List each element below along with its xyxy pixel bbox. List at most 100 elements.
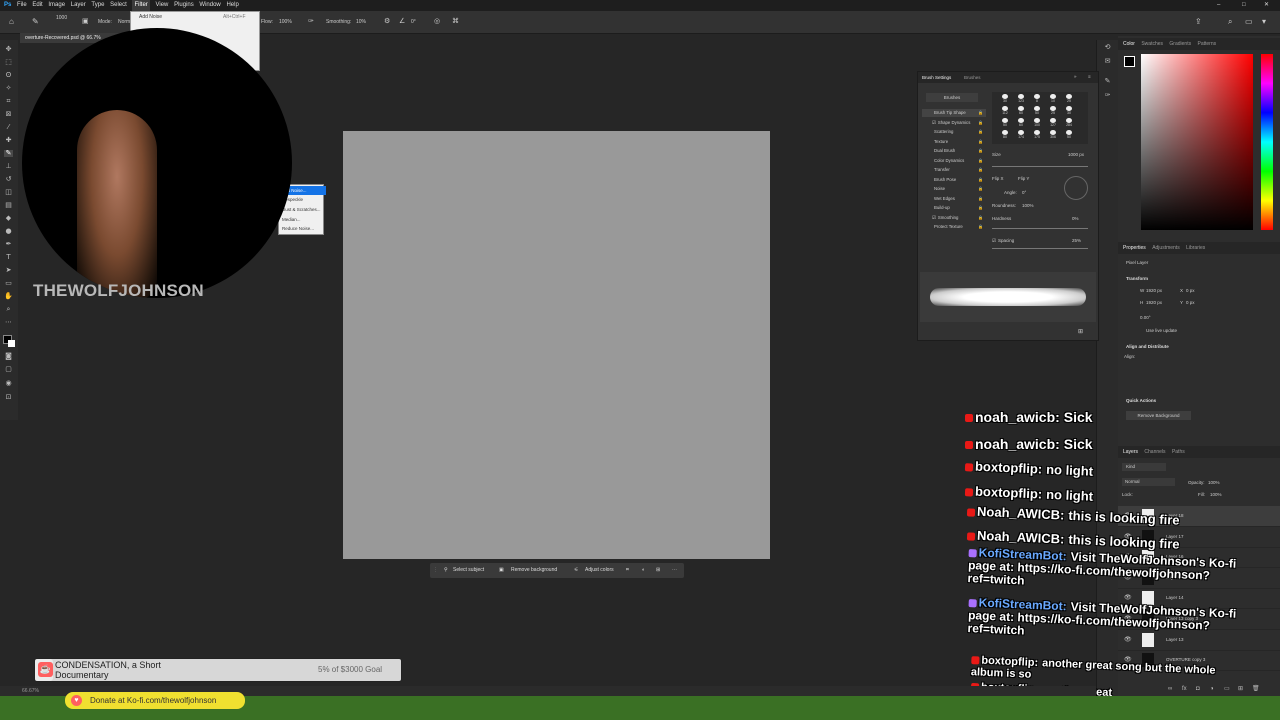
camera-icon[interactable]: ◉ xyxy=(4,380,13,387)
transform-heading[interactable]: Transform xyxy=(1126,276,1148,281)
history-icon[interactable]: ⟲ xyxy=(1103,44,1112,51)
home-icon[interactable]: ⌂ xyxy=(9,11,14,33)
menu-type[interactable]: Type xyxy=(91,0,104,11)
stamp-tool-icon[interactable]: ⊥ xyxy=(4,163,13,170)
setting-checkbox[interactable]: ☑ xyxy=(932,120,936,125)
zoom-tool-icon[interactable]: ⌕ xyxy=(4,306,13,313)
symmetry-icon[interactable]: ⌘ xyxy=(452,11,459,33)
brush-preset[interactable]: 8 xyxy=(1030,94,1044,105)
lock-icon[interactable]: 🔒 xyxy=(978,177,983,182)
brush-preset[interactable]: 123 xyxy=(1014,94,1028,105)
brush-setting-item[interactable]: Wet Edges xyxy=(932,196,955,201)
pen-tool-icon[interactable]: ✒ xyxy=(4,241,13,248)
color-picker-field[interactable] xyxy=(1141,54,1253,230)
remove-background-button[interactable]: Remove Background xyxy=(1126,411,1191,420)
lock-icon[interactable]: 🔒 xyxy=(978,186,983,191)
submenu-item[interactable]: Median... xyxy=(282,217,301,222)
lock-icon[interactable]: 🔒 xyxy=(978,215,983,220)
panel-menu-icon[interactable]: ≡ xyxy=(1088,74,1091,79)
mask-icon[interactable]: ◐ xyxy=(642,563,645,578)
shape-tool-icon[interactable]: ▭ xyxy=(4,280,13,287)
brush-preset[interactable]: 127 xyxy=(1046,118,1060,129)
brush-setting-item[interactable]: Transfer xyxy=(932,167,950,172)
brush-settings-toggle-icon[interactable]: ▣ xyxy=(82,11,89,33)
brush-preset[interactable]: 60 xyxy=(1014,118,1028,129)
flip-y-checkbox[interactable]: Flip Y xyxy=(1018,176,1029,181)
export-icon[interactable]: ⊡ xyxy=(4,394,13,401)
brush-preset[interactable]: 50 xyxy=(1030,106,1044,117)
brush-preset[interactable]: 112 xyxy=(998,106,1012,117)
share-icon[interactable]: ⇪ xyxy=(1195,11,1202,33)
brush-preset[interactable]: 50 xyxy=(998,118,1012,129)
brush-preset[interactable]: 306 xyxy=(1046,130,1060,141)
brush-preset[interactable]: 284 xyxy=(1062,118,1076,129)
lock-icon[interactable]: 🔒 xyxy=(978,205,983,210)
brush-settings-icon[interactable]: ✎ xyxy=(1103,78,1112,85)
brush-preset[interactable]: 60 xyxy=(1014,106,1028,117)
brush-setting-item[interactable]: ☑ Smoothing xyxy=(932,215,958,221)
remove-background-button[interactable]: Remove background xyxy=(511,563,557,578)
y-input[interactable]: 0 px xyxy=(1186,300,1195,305)
tab-libraries[interactable]: Libraries xyxy=(1186,245,1205,251)
lock-icon[interactable]: 🔒 xyxy=(978,167,983,172)
brush-setting-item[interactable]: Scattering xyxy=(932,129,953,134)
screen-mode-icon[interactable]: ▢ xyxy=(4,366,13,373)
fill-icon[interactable]: ⊞ xyxy=(656,563,660,578)
w-input[interactable]: 1920 px xyxy=(1146,288,1162,293)
healing-tool-icon[interactable]: ✚ xyxy=(4,137,13,144)
menu-filter[interactable]: Filter xyxy=(132,0,150,11)
brush-setting-item[interactable]: Protect Texture xyxy=(932,224,963,229)
comment-icon[interactable]: ✉ xyxy=(1103,58,1112,65)
collapse-icon[interactable]: » xyxy=(1074,74,1077,79)
angle-input[interactable]: 0.00° xyxy=(1140,315,1151,320)
background-color-swatch[interactable] xyxy=(8,340,15,347)
align-heading[interactable]: Align and Distribute xyxy=(1126,344,1169,349)
quick-mask-icon[interactable]: ◙ xyxy=(4,353,13,360)
quick-actions-heading[interactable]: Quick Actions xyxy=(1126,398,1156,403)
menu-select[interactable]: Select xyxy=(110,0,127,11)
brush-setting-item[interactable]: Texture xyxy=(932,139,948,144)
brush-setting-item[interactable]: Brush Tip Shape xyxy=(932,110,966,115)
brush-setting-item[interactable]: Color Dynamics xyxy=(932,158,964,163)
brush-setting-item[interactable]: Noise xyxy=(932,186,945,191)
brush-preset[interactable]: 25 xyxy=(1062,94,1076,105)
brush-preset[interactable]: 174 xyxy=(1014,130,1028,141)
layer-filter-select[interactable]: Kind xyxy=(1122,463,1166,471)
workspace-icon[interactable]: ▭ xyxy=(1245,11,1253,33)
tab-channels[interactable]: Channels xyxy=(1144,449,1165,455)
lock-icon[interactable]: 🔒 xyxy=(978,139,983,144)
angle-input[interactable]: 0° xyxy=(411,11,416,33)
lock-icon[interactable]: 🔒 xyxy=(978,158,983,163)
brush-preset[interactable]: 10 xyxy=(1046,94,1060,105)
move-tool-icon[interactable]: ✥ xyxy=(4,46,13,53)
zoom-level[interactable]: 66.67% xyxy=(22,686,39,696)
eyedropper-tool-icon[interactable]: ⁄ xyxy=(4,124,13,131)
brushes-button[interactable]: Brushes xyxy=(926,93,978,102)
brush-preset[interactable]: 50 xyxy=(1062,130,1076,141)
brush-preset[interactable]: 175 xyxy=(1030,130,1044,141)
use-live-update-checkbox[interactable]: Use live update xyxy=(1146,328,1177,333)
brush-setting-item[interactable]: Dual Brush xyxy=(932,148,955,153)
brush-preset[interactable]: 100 xyxy=(1030,118,1044,129)
spacing-value[interactable]: 25% xyxy=(1072,238,1081,243)
marquee-tool-icon[interactable]: ⬚ xyxy=(4,59,13,66)
adjust-colors-button[interactable]: Adjust colors xyxy=(585,563,614,578)
brush-tool-icon-active[interactable]: ✎ xyxy=(4,150,13,157)
trash-icon[interactable]: 🗑 xyxy=(1252,684,1260,694)
tab-adjustments[interactable]: Adjustments xyxy=(1152,245,1180,251)
eraser-tool-icon[interactable]: ◫ xyxy=(4,189,13,196)
airbrush-icon[interactable]: ✑ xyxy=(308,11,314,33)
tab-paths[interactable]: Paths xyxy=(1172,449,1185,455)
drag-handle-icon[interactable]: ⋮ xyxy=(433,563,438,578)
size-value[interactable]: 1000 px xyxy=(1068,152,1084,157)
donate-banner[interactable]: ♥ Donate at Ko-fi.com/thewolfjohnson xyxy=(65,692,245,709)
tab-layers[interactable]: Layers xyxy=(1123,449,1138,455)
hand-tool-icon[interactable]: ✋ xyxy=(4,293,13,300)
tab-brushes[interactable]: Brushes xyxy=(964,75,981,80)
lock-icon[interactable]: 🔒 xyxy=(978,224,983,229)
pressure-icon[interactable]: ◎ xyxy=(434,11,440,33)
document-canvas[interactable] xyxy=(343,131,770,559)
hardness-value[interactable]: 0% xyxy=(1072,216,1079,221)
path-select-tool-icon[interactable]: ➤ xyxy=(4,267,13,274)
tab-properties[interactable]: Properties xyxy=(1123,245,1146,251)
